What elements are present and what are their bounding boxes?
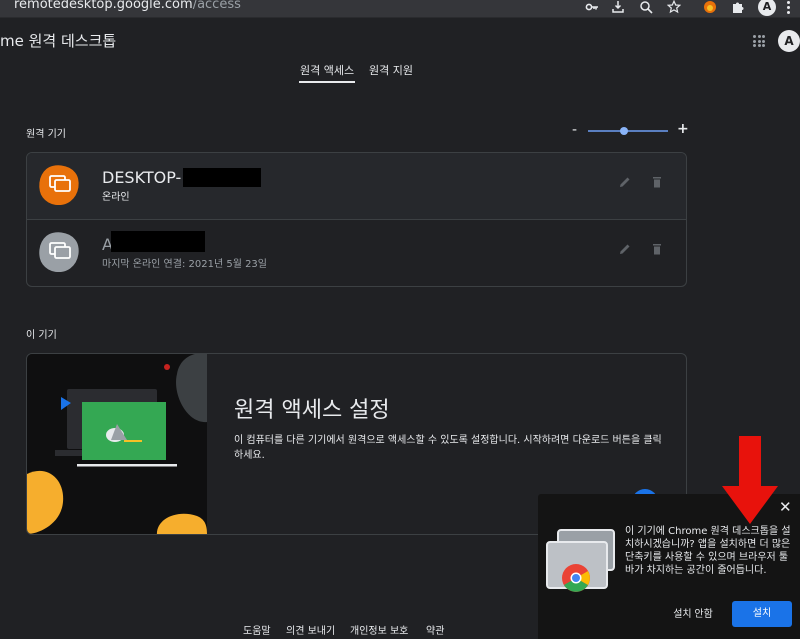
- account-avatar[interactable]: A: [778, 30, 800, 52]
- tab-bar: 원격 액세스 원격 지원: [0, 60, 800, 85]
- redaction-box: [111, 231, 205, 252]
- tab-remote-access[interactable]: 원격 액세스: [298, 62, 356, 83]
- app-title: me 원격 데스크톱: [0, 32, 117, 50]
- device-status: 온라인: [102, 192, 130, 203]
- monitor-icon: [49, 242, 71, 259]
- device-list: DESKTOP- 온라인 A 마지막 온라인 연결: 2021년 5월 23일: [26, 152, 687, 287]
- url-host: remotedesktop.google.com: [14, 0, 193, 12]
- footer-link-terms[interactable]: 약관: [426, 622, 444, 637]
- address-bar[interactable]: remotedesktop.google.com/access: [14, 0, 241, 12]
- device-row[interactable]: A 마지막 온라인 연결: 2021년 5월 23일: [27, 220, 686, 286]
- device-row[interactable]: DESKTOP- 온라인: [27, 153, 686, 220]
- url-path: /access: [192, 0, 241, 12]
- footer-link-feedback[interactable]: 의견 보내기: [286, 622, 335, 637]
- zoom-in-button[interactable]: +: [677, 121, 689, 137]
- footer-link-help[interactable]: 도움말: [243, 622, 271, 637]
- google-apps-icon[interactable]: [753, 35, 765, 47]
- device-status: 마지막 온라인 연결: 2021년 5월 23일: [102, 259, 267, 270]
- red-arrow-annotation: [722, 436, 778, 524]
- size-slider-handle[interactable]: [620, 127, 628, 135]
- edit-icon[interactable]: [618, 242, 632, 256]
- device-name[interactable]: DESKTOP-: [102, 168, 181, 187]
- monitor-icon: [49, 175, 71, 192]
- zoom-icon[interactable]: [638, 0, 654, 16]
- delete-icon[interactable]: [650, 242, 664, 256]
- key-icon[interactable]: [584, 0, 600, 16]
- size-slider-track[interactable]: [588, 130, 668, 132]
- browser-toolbar: remotedesktop.google.com/access A: [0, 0, 800, 18]
- edit-icon[interactable]: [618, 175, 632, 189]
- setup-description: 이 컴퓨터를 다른 기기에서 원격으로 액세스할 수 있도록 설정합니다. 시작…: [234, 435, 662, 461]
- chrome-remote-desktop-app-icon: [546, 529, 615, 592]
- browser-menu-icon[interactable]: [784, 0, 792, 16]
- setup-illustration: [27, 354, 207, 534]
- zoom-out-button[interactable]: -: [572, 122, 577, 138]
- decline-install-button[interactable]: 설치 안함: [660, 604, 726, 626]
- this-device-heading: 이 기기: [26, 330, 57, 341]
- install-prompt-message: 이 기기에 Chrome 원격 데스크톱을 설치하시겠습니까? 앱을 설치하면 …: [625, 526, 791, 576]
- close-icon[interactable]: ✕: [779, 500, 792, 515]
- extension-fox-icon[interactable]: [702, 0, 718, 16]
- install-button[interactable]: 설치: [732, 601, 792, 627]
- redaction-box: [183, 168, 261, 187]
- remote-devices-heading: 원격 기기: [26, 129, 66, 140]
- star-icon[interactable]: [666, 0, 682, 16]
- tab-remote-support[interactable]: 원격 지원: [369, 62, 413, 78]
- setup-title: 원격 액세스 설정: [234, 398, 390, 423]
- install-app-icon[interactable]: [610, 0, 626, 16]
- footer-link-privacy[interactable]: 개인정보 보호: [350, 622, 408, 637]
- extensions-puzzle-icon[interactable]: [730, 0, 746, 16]
- delete-icon[interactable]: [650, 175, 664, 189]
- browser-profile-avatar[interactable]: A: [758, 0, 776, 16]
